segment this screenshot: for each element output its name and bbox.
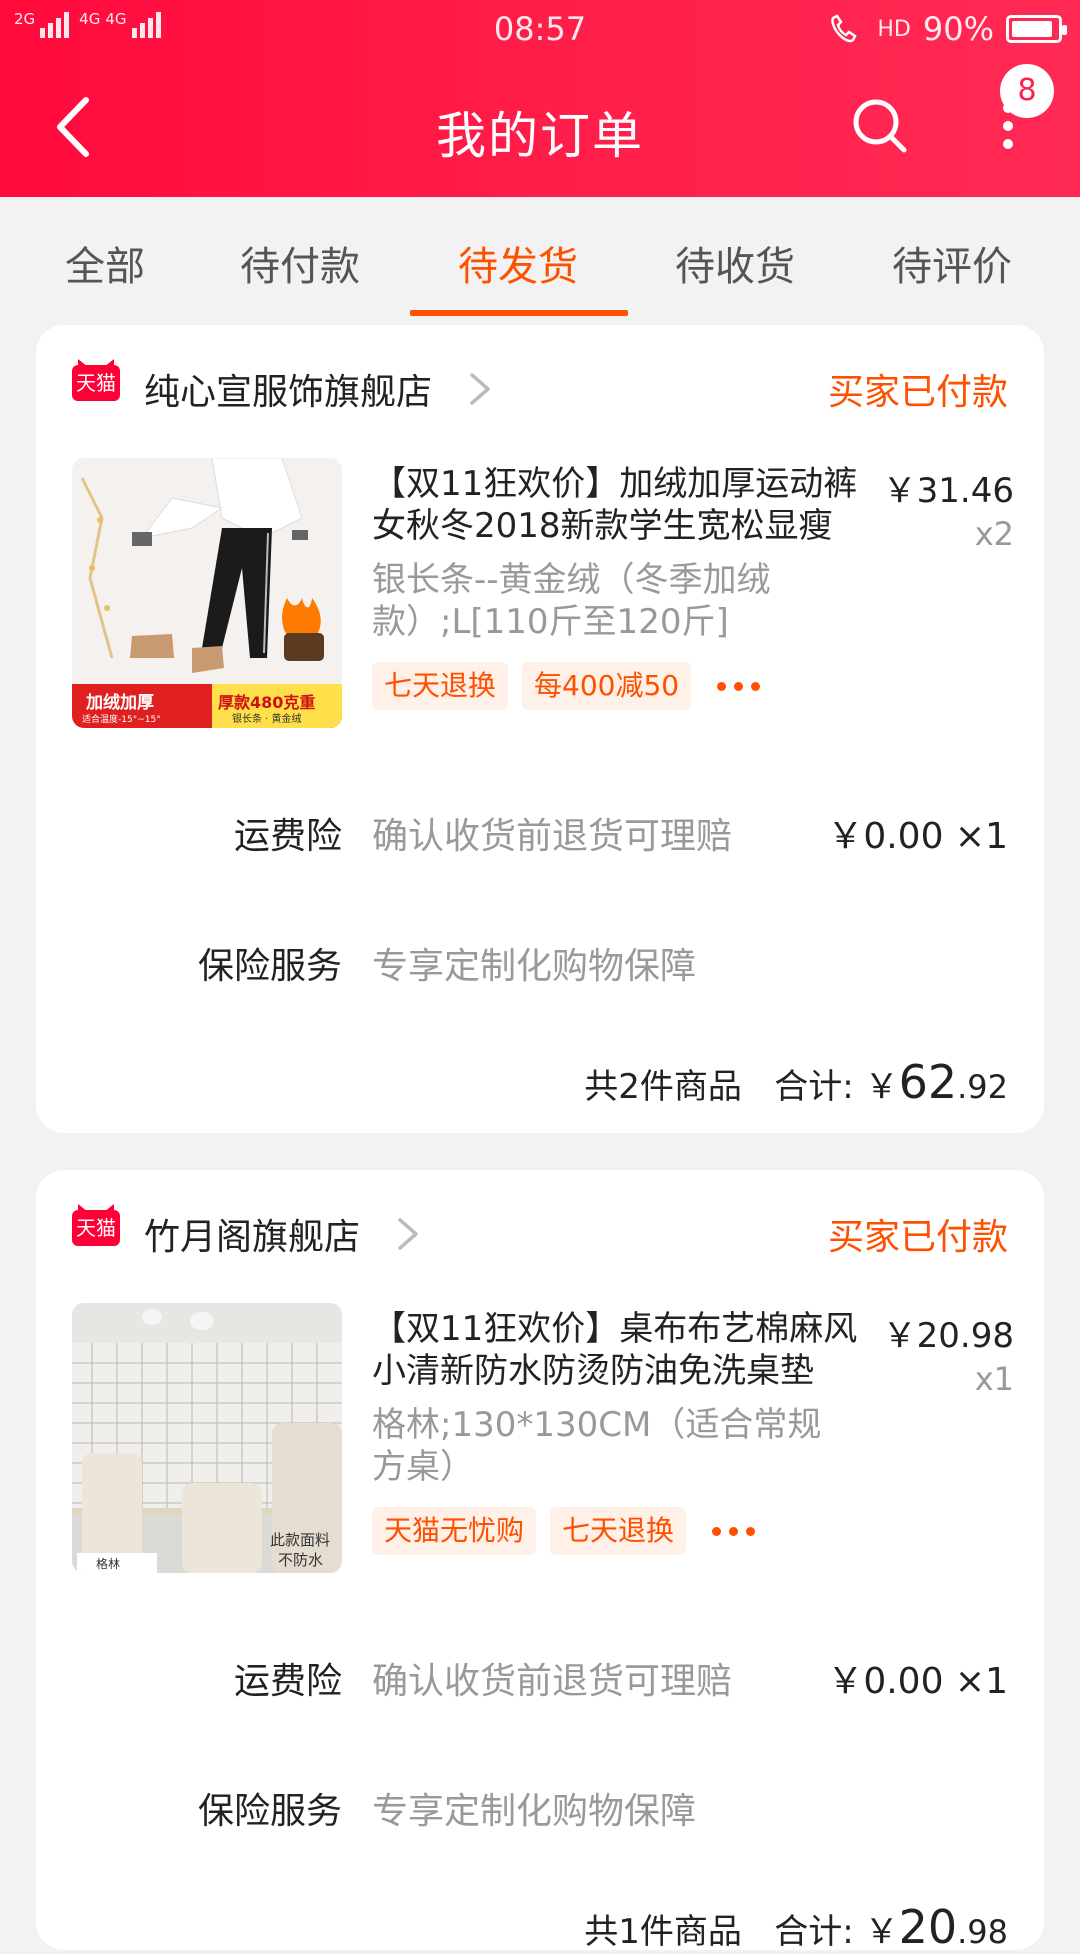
tag-worry-free[interactable]: 天猫无忧购	[372, 1507, 537, 1555]
tmall-logo-icon: 天猫	[72, 365, 120, 401]
thumb-caption-1: 加绒加厚	[85, 692, 154, 713]
total-decimal: .92	[957, 1068, 1008, 1106]
tab-pending-review[interactable]: 待评价	[862, 234, 1042, 292]
tmall-logo-icon: 天猫	[72, 1210, 120, 1246]
active-tab-indicator	[410, 310, 628, 316]
thumb-caption-4: 银长条 · 黄金绒	[232, 712, 302, 725]
more-tags-icon[interactable]	[712, 1526, 756, 1536]
freight-insurance-desc: 确认收货前退货可理赔	[372, 1661, 733, 1702]
product-thumbnail[interactable]: 加绒加厚 适合温度-15°~15° 厚款480克重 银长条 · 黄金绒	[72, 458, 342, 728]
shop-name[interactable]: 纯心宣服饰旗舰店	[144, 363, 432, 415]
item-count: 共1件商品	[584, 1912, 742, 1952]
tag-seven-day-return[interactable]: 七天退换	[372, 662, 509, 710]
thumb-caption-3: 不防水	[278, 1551, 323, 1569]
total-integer: 20	[898, 1900, 958, 1954]
battery-fill	[1012, 21, 1052, 37]
shop-header[interactable]: 天猫 竹月阁旗舰店 买家已付款	[36, 1170, 1044, 1280]
chevron-right-icon[interactable]	[396, 1214, 420, 1254]
battery-percent: 90%	[922, 10, 994, 48]
insurance-service-desc[interactable]: 专享定制化购物保障	[372, 1782, 696, 1834]
product-price: ￥20.98	[882, 1316, 1014, 1356]
order-card[interactable]: 天猫 纯心宣服饰旗舰店 买家已付款 加绒加厚 适合温度-15°~15° 厚款48	[36, 325, 1044, 1133]
insurance-service-desc[interactable]: 专享定制化购物保障	[372, 937, 696, 989]
product-title[interactable]: 【双11狂欢价】加绒加厚运动裤女秋冬2018新款学生宽松显瘦	[372, 463, 862, 547]
message-badge[interactable]: 8	[1000, 64, 1054, 118]
hd-label: HD	[877, 16, 911, 42]
tab-all[interactable]: 全部	[15, 234, 195, 292]
thumb-caption-2: 此款面料	[270, 1531, 330, 1549]
freight-insurance-price: ￥0.00 ×1	[827, 816, 1008, 857]
chevron-right-icon[interactable]	[468, 369, 492, 409]
product-image: 格林 此款面料 不防水	[72, 1303, 342, 1573]
total-label: 合计:	[774, 1067, 865, 1107]
battery-icon	[1006, 15, 1067, 43]
dot-icon	[1003, 121, 1013, 131]
product-tags: 七天退换 每400减50	[372, 662, 761, 710]
total-label: 合计:	[774, 1912, 865, 1952]
tab-pending-shipment[interactable]: 待发货	[428, 234, 608, 292]
freight-insurance-desc: 确认收货前退货可理赔	[372, 816, 733, 857]
product-sku: 银长条--黄金绒（冬季加绒款）;L[110斤至120斤]	[372, 560, 771, 642]
product-title[interactable]: 【双11狂欢价】桌布布艺棉麻风小清新防水防烫防油免洗桌垫	[372, 1308, 862, 1392]
thumb-caption-2: 厚款480克重	[218, 693, 315, 712]
freight-insurance-label: 运费险	[233, 1661, 342, 1702]
hd-call-icon	[831, 14, 858, 43]
dot-icon	[1003, 139, 1013, 149]
search-button[interactable]	[850, 96, 910, 156]
status-right: HD 90%	[827, 10, 1067, 48]
tag-seven-day-return[interactable]: 七天退换	[550, 1507, 687, 1555]
status-bar: 2G 4G 4G 08:57 HD 90%	[0, 0, 1080, 58]
shop-name[interactable]: 竹月阁旗舰店	[144, 1208, 360, 1260]
product-quantity: x2	[974, 515, 1014, 553]
order-status: 买家已付款	[827, 1217, 1008, 1258]
order-status: 买家已付款	[827, 372, 1008, 413]
insurance-service-label: 保险服务	[197, 946, 342, 987]
shop-header[interactable]: 天猫 纯心宣服饰旗舰店 买家已付款	[36, 325, 1044, 435]
product-sku: 格林;130*130CM（适合常规方桌）	[372, 1405, 822, 1487]
order-summary: 共1件商品 合计: ￥20.98	[584, 1900, 1008, 1954]
insurance-service-label: 保险服务	[197, 1791, 342, 1832]
total-decimal: .98	[957, 1913, 1008, 1951]
product-image: 加绒加厚 适合温度-15°~15° 厚款480克重 银长条 · 黄金绒	[72, 458, 342, 728]
product-quantity: x1	[974, 1360, 1014, 1398]
page-title: 我的订单	[436, 107, 644, 165]
search-icon	[853, 99, 907, 153]
product-price: ￥31.46	[882, 471, 1014, 511]
item-count: 共2件商品	[584, 1067, 742, 1107]
product-thumbnail[interactable]: 格林 此款面料 不防水	[72, 1303, 342, 1573]
thumb-caption-1: 格林	[96, 1556, 120, 1571]
total-currency: ￥	[864, 1067, 899, 1107]
order-summary: 共2件商品 合计: ￥62.92	[584, 1055, 1008, 1109]
order-tabs: 全部 待付款 待发货 待收货 待评价	[0, 197, 1080, 319]
freight-insurance-price: ￥0.00 ×1	[827, 1661, 1008, 1702]
thumb-caption-3: 适合温度-15°~15°	[82, 713, 161, 725]
tab-pending-payment[interactable]: 待付款	[210, 234, 390, 292]
order-card[interactable]: 天猫 竹月阁旗舰店 买家已付款 格林 此款面料 不防水 【双11狂欢价】桌布布艺…	[36, 1170, 1044, 1954]
freight-insurance-label: 运费险	[233, 816, 342, 857]
tag-discount[interactable]: 每400减50	[522, 662, 692, 710]
total-integer: 62	[898, 1055, 958, 1109]
app-header: 2G 4G 4G 08:57 HD 90% 我的订单 8	[0, 0, 1080, 197]
total-currency: ￥	[864, 1912, 899, 1952]
product-tags: 天猫无忧购 七天退换	[372, 1507, 756, 1555]
tab-pending-receipt[interactable]: 待收货	[645, 234, 825, 292]
more-tags-icon[interactable]	[717, 681, 761, 691]
